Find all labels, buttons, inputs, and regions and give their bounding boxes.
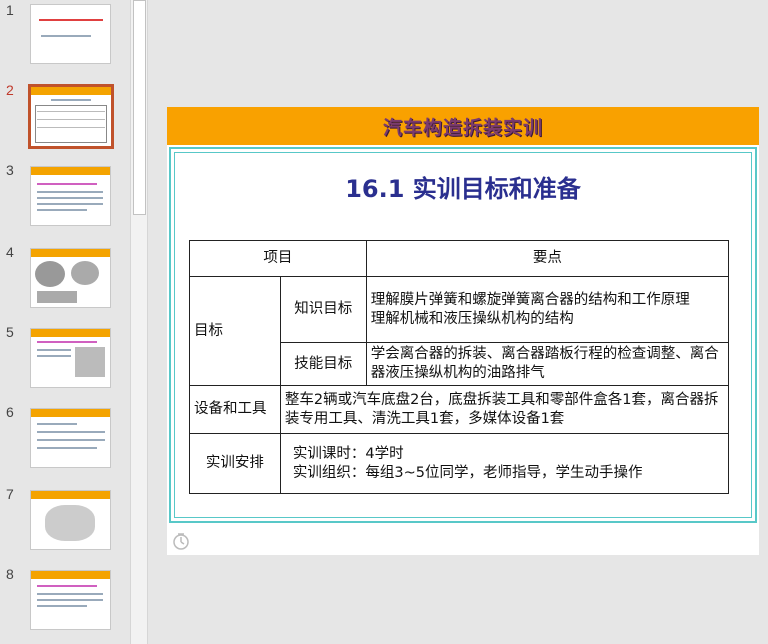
thumb-number-2: 2 — [6, 82, 14, 98]
slide-thumbnail-7[interactable] — [30, 490, 111, 550]
training-plan-table[interactable]: 项目 要点 目标 知识目标 理解膜片弹簧和螺旋弹簧离合器的结构和工作原理 理解机… — [189, 240, 730, 494]
table-row: 目标 知识目标 理解膜片弹簧和螺旋弹簧离合器的结构和工作原理 理解机械和液压操纵… — [189, 276, 730, 386]
thumb-number-5: 5 — [6, 324, 14, 340]
slide-thumbnail-3[interactable] — [30, 166, 111, 226]
current-slide[interactable]: 汽车构造拆装实训 16.1 实训目标和准备 项目 要点 目标 知识目标 理解膜片… — [167, 107, 759, 555]
knowledge-text: 理解膜片弹簧和螺旋弹簧离合器的结构和工作原理 理解机械和液压操纵机构的结构 — [365, 276, 730, 343]
thumb-number-3: 3 — [6, 162, 14, 178]
thumbnail-scrollbar[interactable] — [130, 0, 148, 644]
table-row: 实训安排 实训课时：4学时 实训组织：每组3~5位同学，老师指导，学生动手操作 — [189, 433, 730, 494]
thumb-number-4: 4 — [6, 244, 14, 260]
thumb-number-7: 7 — [6, 486, 14, 502]
slide-thumbnail-6[interactable] — [30, 408, 111, 468]
arrangement-label: 实训安排 — [189, 433, 281, 494]
knowledge-label: 知识目标 — [279, 276, 367, 343]
goal-label: 目标 — [189, 276, 281, 386]
skill-label: 技能目标 — [279, 342, 367, 386]
table-row: 项目 要点 — [189, 240, 730, 277]
skill-text: 学会离合器的拆装、离合器踏板行程的检查调整、离合器液压操纵机构的油路排气 — [365, 342, 730, 386]
equipment-label: 设备和工具 — [189, 385, 281, 434]
thumb-number-6: 6 — [6, 404, 14, 420]
slide-thumbnail-8[interactable] — [30, 570, 111, 630]
slide-title[interactable]: 16.1 实训目标和准备 — [167, 169, 759, 204]
arrangement-text: 实训课时：4学时 实训组织：每组3~5位同学，老师指导，学生动手操作 — [279, 433, 730, 494]
col-header-points: 要点 — [365, 240, 730, 277]
thumb-number-8: 8 — [6, 566, 14, 582]
table-row: 设备和工具 整车2辆或汽车底盘2台，底盘拆装工具和零部件盒各1套，离合器拆装专用… — [189, 385, 730, 434]
slide-thumbnail-2[interactable] — [28, 84, 114, 149]
header-title: 汽车构造拆装实训 — [382, 117, 543, 139]
slide-thumbnail-1[interactable] — [30, 4, 111, 64]
thumb-number-1: 1 — [6, 2, 14, 18]
slide-thumbnail-4[interactable] — [30, 248, 111, 308]
slide-thumbnail-5[interactable] — [30, 328, 111, 388]
equipment-text: 整车2辆或汽车底盘2台，底盘拆装工具和零部件盒各1套，离合器拆装专用工具、清洗工… — [279, 385, 730, 434]
clock-icon — [173, 533, 189, 550]
slide-thumbnail-pane: 1 2 3 4 5 6 7 8 — [0, 0, 130, 644]
scrollbar-thumb[interactable] — [133, 0, 146, 215]
slide-header-bar: 汽车构造拆装实训 — [167, 107, 759, 145]
col-header-item: 项目 — [189, 240, 367, 277]
